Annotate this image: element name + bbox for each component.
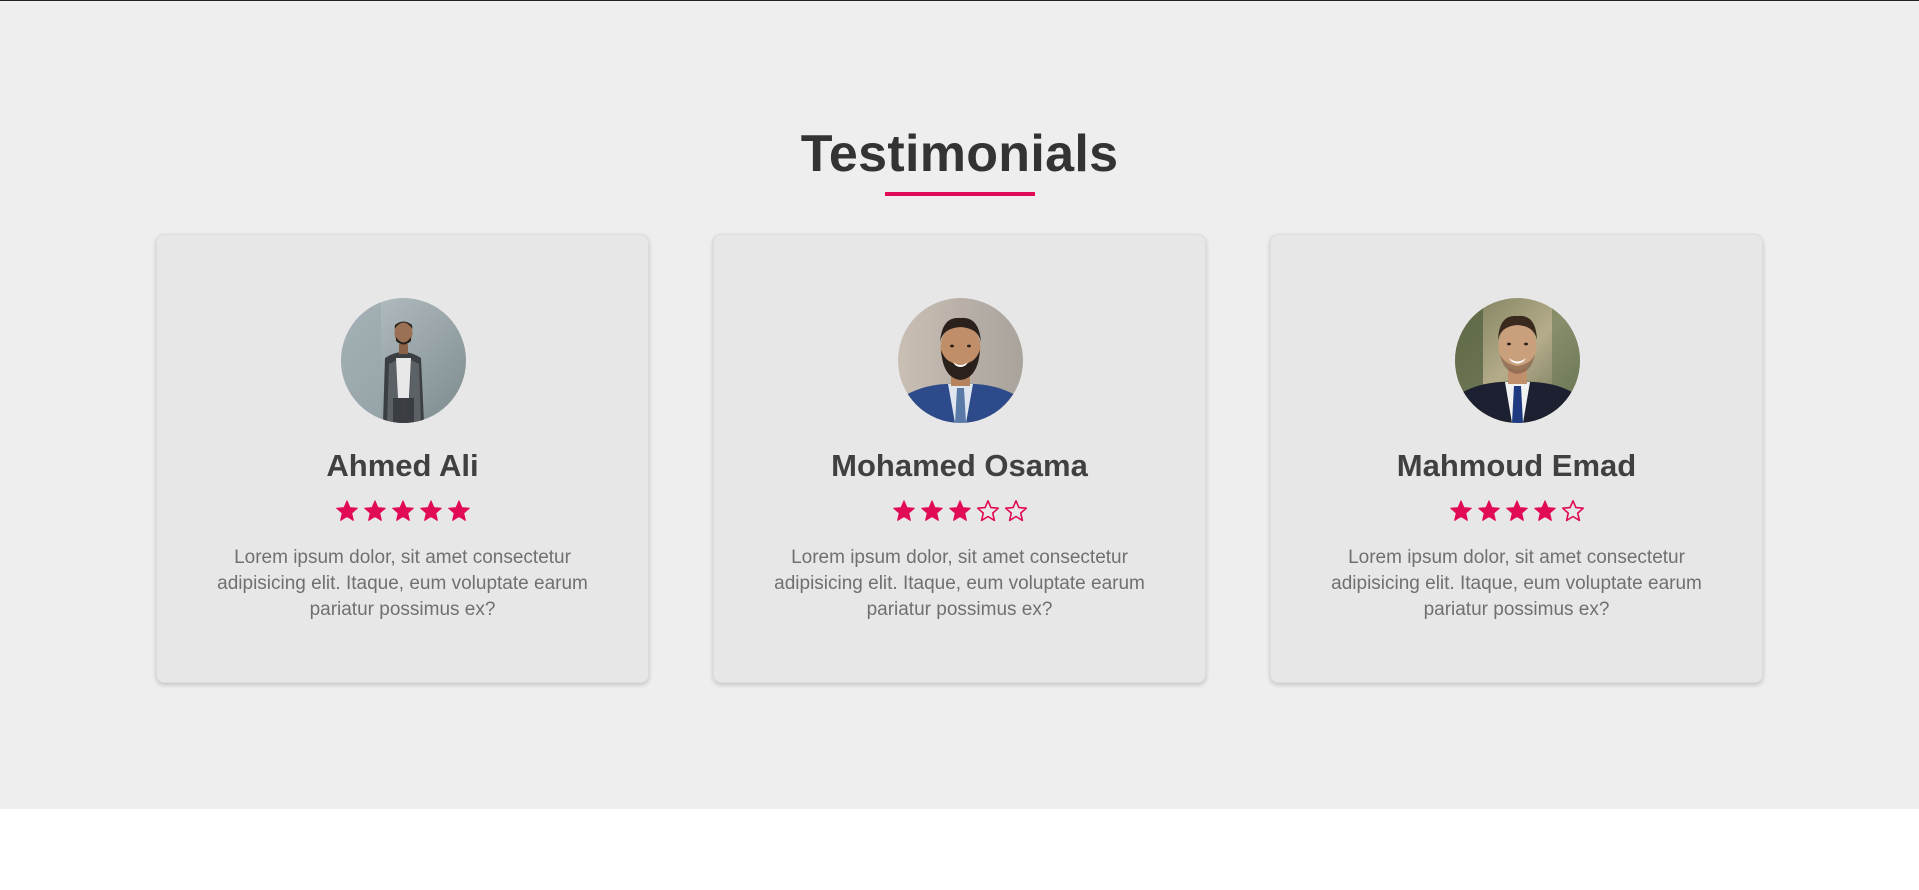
avatar — [341, 298, 466, 423]
avatar — [898, 298, 1023, 423]
star-outline-icon — [1004, 500, 1027, 522]
star-filled-icon — [447, 500, 470, 521]
testimonial-name: Mohamed Osama — [831, 448, 1088, 483]
person-photo-avatar-icon — [1455, 298, 1580, 423]
star-filled-icon — [419, 500, 442, 521]
star-filled-icon — [1449, 500, 1472, 521]
page: Testimonials Ahmed Ali Lorem ipsum dolor… — [0, 0, 1919, 890]
star-filled-icon — [948, 500, 971, 521]
star-rating — [714, 499, 1205, 525]
person-photo-avatar-icon — [341, 298, 466, 423]
testimonial-text: Lorem ipsum dolor, sit amet consectetur … — [217, 547, 588, 620]
star-filled-icon — [1533, 500, 1556, 521]
testimonial-card: Mohamed Osama Lorem ipsum dolor, sit ame… — [713, 234, 1206, 683]
star-outline-icon — [976, 500, 999, 522]
testimonial-text: Lorem ipsum dolor, sit amet consectetur … — [1331, 547, 1702, 620]
avatar — [1455, 298, 1580, 423]
star-filled-icon — [335, 500, 358, 521]
person-photo-avatar-icon — [898, 298, 1023, 423]
star-filled-icon — [1505, 500, 1528, 521]
star-filled-icon — [920, 500, 943, 521]
testimonial-card: Mahmoud Emad Lorem ipsum dolor, sit amet… — [1270, 234, 1763, 683]
section-title: Testimonials — [800, 125, 1119, 183]
star-rating — [1271, 499, 1762, 525]
testimonial-card: Ahmed Ali Lorem ipsum dolor, sit amet co… — [156, 234, 649, 683]
testimonial-name: Ahmed Ali — [326, 448, 479, 483]
star-rating — [157, 499, 648, 525]
testimonial-text: Lorem ipsum dolor, sit amet consectetur … — [774, 547, 1145, 620]
star-filled-icon — [391, 500, 414, 521]
star-filled-icon — [1477, 500, 1500, 521]
star-filled-icon — [892, 500, 915, 521]
star-filled-icon — [363, 500, 386, 521]
testimonial-cards: Ahmed Ali Lorem ipsum dolor, sit amet co… — [156, 234, 1766, 685]
testimonial-name: Mahmoud Emad — [1396, 448, 1637, 483]
star-outline-icon — [1561, 500, 1584, 522]
testimonials-section: Testimonials Ahmed Ali Lorem ipsum dolor… — [0, 1, 1919, 809]
title-underline — [885, 192, 1035, 196]
